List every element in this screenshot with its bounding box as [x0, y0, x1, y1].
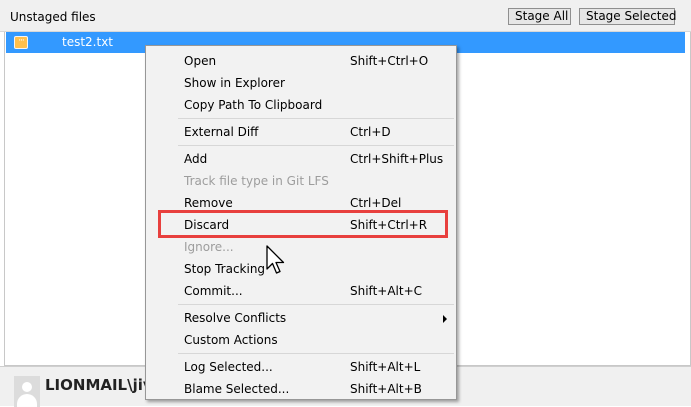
menu-item-label: Ignore... [184, 240, 234, 254]
menu-item-label: Track file type in Git LFS [184, 174, 329, 188]
menu-separator [178, 145, 454, 146]
panel-title: Unstaged files [10, 10, 96, 24]
menu-item-label: Remove [184, 196, 233, 210]
menu-item-label: Commit... [184, 284, 243, 298]
discard-highlight-box [158, 210, 448, 238]
unstaged-files-header: Unstaged files Stage All Stage Selected [0, 0, 691, 32]
menu-item-shortcut: Shift+Ctrl+O [350, 54, 429, 68]
menu-item-show-in-explorer[interactable]: Show in Explorer [146, 72, 456, 94]
menu-item-track-lfs: Track file type in Git LFS [146, 170, 456, 192]
stage-all-button[interactable]: Stage All [508, 8, 571, 25]
menu-item-label: Custom Actions [184, 333, 278, 347]
menu-item-shortcut: Ctrl+Del [350, 196, 402, 210]
menu-separator [178, 353, 454, 354]
menu-item-external-diff[interactable]: External Diff Ctrl+D [146, 121, 456, 143]
menu-item-open[interactable]: Open Shift+Ctrl+O [146, 50, 456, 72]
avatar [14, 376, 40, 407]
menu-item-shortcut: Shift+Alt+C [350, 284, 423, 298]
submenu-arrow-icon [443, 315, 447, 323]
file-name: test2.txt [62, 35, 114, 49]
mouse-pointer-icon [266, 245, 285, 274]
menu-item-label: Show in Explorer [184, 76, 285, 90]
menu-item-log-selected[interactable]: Log Selected... Shift+Alt+L [146, 356, 456, 378]
modified-file-icon: ··· [14, 36, 28, 49]
stage-selected-button[interactable]: Stage Selected [579, 8, 677, 25]
menu-item-shortcut: Ctrl+D [350, 125, 391, 139]
menu-item-label: External Diff [184, 125, 259, 139]
menu-item-blame-selected[interactable]: Blame Selected... Shift+Alt+B [146, 378, 456, 400]
menu-item-add[interactable]: Add Ctrl+Shift+Plus [146, 148, 456, 170]
menu-item-commit[interactable]: Commit... Shift+Alt+C [146, 280, 456, 302]
menu-item-copy-path[interactable]: Copy Path To Clipboard [146, 94, 456, 116]
menu-item-label: Stop Tracking [184, 262, 266, 276]
menu-item-stop-tracking[interactable]: Stop Tracking [146, 258, 456, 280]
menu-item-shortcut: Ctrl+Shift+Plus [350, 152, 444, 166]
menu-item-shortcut: Shift+Alt+B [350, 382, 422, 396]
menu-item-shortcut: Shift+Alt+L [350, 360, 421, 374]
menu-separator [178, 118, 454, 119]
menu-item-label: Resolve Conflicts [184, 311, 287, 325]
menu-item-resolve-conflicts[interactable]: Resolve Conflicts [146, 307, 456, 329]
menu-item-label: Blame Selected... [184, 382, 290, 396]
menu-item-label: Copy Path To Clipboard [184, 98, 323, 112]
menu-item-label: Open [184, 54, 217, 68]
menu-item-label: Add [184, 152, 208, 166]
menu-item-custom-actions[interactable]: Custom Actions [146, 329, 456, 351]
menu-item-ignore: Ignore... [146, 236, 456, 258]
menu-separator [178, 304, 454, 305]
menu-item-label: Log Selected... [184, 360, 273, 374]
